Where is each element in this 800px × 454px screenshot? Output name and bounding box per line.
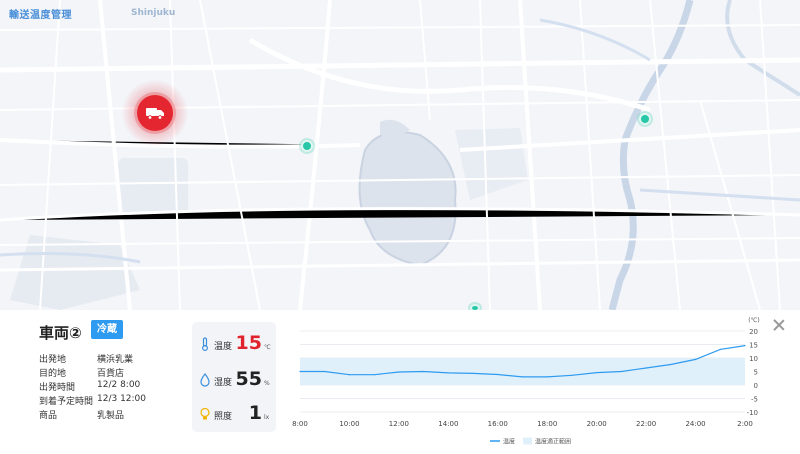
y-tick-label: 20 [749, 328, 758, 336]
info-value: 横浜乳業 [97, 355, 134, 365]
x-tick-label: 24:00 [685, 420, 705, 428]
storage-type-badge: 冷蔵 [91, 320, 123, 339]
data-point [744, 344, 746, 347]
sensor-value: 15 [235, 332, 262, 354]
map-view[interactable]: 輸送温度管理 Shinjuku [0, 0, 800, 310]
sensor-illuminance: 照度 1 lx [192, 400, 276, 428]
vehicle-name: 車両② [39, 324, 82, 342]
sensor-value: 55 [235, 368, 262, 390]
sensor-unit: ℃ [264, 344, 271, 351]
info-row: 出発地 横浜乳業 [39, 352, 146, 366]
info-row: 目的地 百貨店 [39, 366, 146, 380]
data-point [398, 371, 400, 373]
data-point [719, 348, 721, 350]
sensor-label: 湿度 [214, 378, 233, 388]
data-point [645, 367, 647, 369]
map-background [0, 0, 800, 310]
data-point [423, 370, 425, 373]
sensor-unit: lx [264, 414, 270, 421]
y-tick-label: 5 [754, 369, 758, 377]
station-marker[interactable] [639, 113, 651, 125]
info-value: 乳製品 [97, 411, 125, 421]
app-title: 輸送温度管理 [9, 10, 72, 21]
data-point [571, 374, 573, 376]
x-tick-label: 8:00 [292, 420, 308, 428]
x-tick-label: 22:00 [636, 420, 656, 428]
info-row: 到着予定時間 12/3 12:00 [39, 394, 146, 408]
appropriate-range-band [300, 358, 745, 385]
legend-label-temperature: 温度 [503, 438, 515, 446]
data-point [670, 363, 672, 366]
light-bulb-icon [200, 407, 210, 420]
info-value: 12/2 8:00 [97, 380, 141, 390]
info-label: 出発時間 [39, 383, 76, 393]
sensor-unit: % [264, 380, 270, 387]
y-tick-label: 0 [754, 382, 758, 390]
sensor-card: 温度 15 ℃ 湿度 55 % 照度 1 lx [192, 322, 276, 432]
y-tick-label: 15 [749, 342, 758, 350]
data-point [546, 376, 548, 378]
x-tick-label: 12:00 [389, 420, 409, 428]
map-place-label: Shinjuku [131, 8, 176, 18]
x-tick-label: 16:00 [488, 420, 508, 428]
data-point [447, 372, 449, 374]
info-value: 12/3 12:00 [97, 394, 147, 404]
close-button[interactable] [772, 318, 786, 332]
water-drop-icon [200, 373, 210, 387]
data-point [472, 372, 474, 374]
y-tick-label: -5 [751, 396, 758, 404]
y-axis-unit: (℃) [748, 317, 759, 324]
info-value: 百貨店 [97, 369, 125, 379]
sensor-humidity: 湿度 55 % [192, 366, 276, 394]
legend-band-swatch [523, 437, 532, 445]
sensor-temperature: 温度 15 ℃ [192, 330, 276, 358]
vehicle-info-list: 出発地 横浜乳業 目的地 百貨店 出発時間 12/2 8:00 到着予定時間 12/3 … [39, 352, 146, 422]
info-row: 商品 乳製品 [39, 408, 146, 422]
x-tick-label: 14:00 [438, 420, 458, 428]
sensor-label: 照度 [214, 412, 233, 422]
data-point [497, 373, 499, 376]
data-point [521, 376, 524, 378]
x-tick-label: 18:00 [537, 420, 557, 428]
data-point [373, 374, 375, 376]
data-point [348, 374, 351, 376]
legend-label-range: 温度適正範囲 [535, 438, 571, 446]
y-tick-label: -10 [747, 409, 758, 417]
truck-icon [137, 95, 173, 131]
info-label: 商品 [39, 411, 58, 421]
temperature-chart: -10 -5 0 5 10 15 20 (℃) 8:00 10:00 12:00 14:00 16:00… [292, 317, 760, 446]
data-point [596, 371, 598, 374]
data-point [324, 370, 326, 373]
info-row: 出発時間 12/2 8:00 [39, 380, 146, 394]
sensor-label: 温度 [214, 342, 233, 352]
info-label: 出発地 [39, 355, 67, 365]
info-label: 到着予定時間 [39, 397, 94, 407]
data-point [620, 370, 622, 373]
thermometer-icon [202, 337, 208, 351]
sensor-value: 1 [248, 402, 262, 424]
data-point [694, 358, 697, 360]
x-tick-label: 2:00 [737, 420, 753, 428]
data-point [299, 370, 301, 373]
y-tick-label: 10 [749, 355, 758, 363]
truck-marker[interactable] [122, 80, 188, 146]
station-marker[interactable] [301, 140, 313, 152]
x-tick-label: 10:00 [339, 420, 359, 428]
vehicle-detail-panel: 車両② 冷蔵 出発地 横浜乳業 目的地 百貨店 出発時間 12/2 8:00 到着予定… [0, 310, 800, 454]
x-tick-label: 20:00 [587, 420, 607, 428]
info-label: 目的地 [39, 369, 67, 379]
